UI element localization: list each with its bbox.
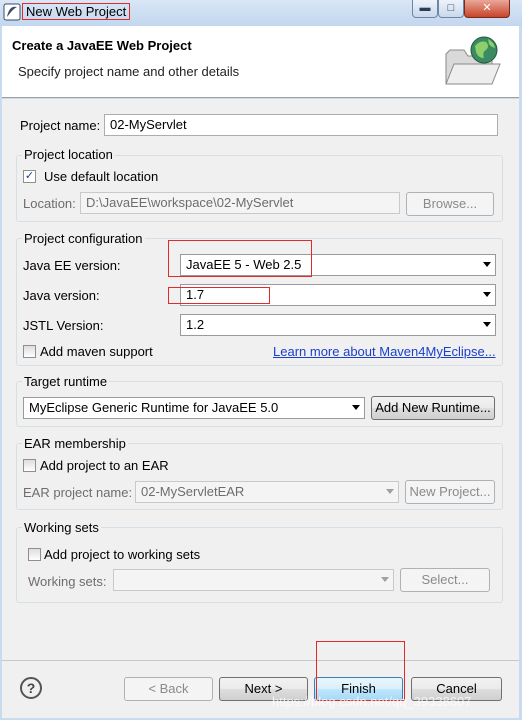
target-runtime-select[interactable]: MyEclipse Generic Runtime for JavaEE 5.0: [23, 397, 365, 419]
add-maven-label: Add maven support: [40, 344, 153, 359]
project-name-label: Project name:: [20, 118, 101, 133]
project-name-input[interactable]: 02-MyServlet: [104, 114, 498, 136]
jstl-version-value: 1.2: [186, 317, 205, 332]
window-title: New Web Project: [22, 3, 131, 20]
project-configuration-title: Project configuration: [22, 231, 145, 246]
add-to-ear-checkbox[interactable]: [23, 459, 36, 472]
target-runtime-title: Target runtime: [22, 374, 110, 389]
select-working-sets-button[interactable]: Select...: [400, 568, 490, 592]
annotation-highlight-java: [168, 287, 270, 304]
target-runtime-value: MyEclipse Generic Runtime for JavaEE 5.0: [29, 400, 279, 415]
folder-globe-icon: [442, 34, 502, 90]
close-button[interactable]: ✕: [464, 0, 510, 18]
browse-button[interactable]: Browse...: [406, 192, 494, 216]
ear-project-name-value: 02-MyServletEAR: [141, 484, 245, 499]
jstl-version-select[interactable]: 1.2: [180, 314, 496, 336]
dropdown-arrow-icon: [483, 292, 491, 297]
ear-membership-title: EAR membership: [22, 436, 128, 451]
new-ear-project-button[interactable]: New Project...: [405, 480, 495, 504]
annotation-highlight-javaee: [168, 240, 312, 277]
title-bar[interactable]: New Web Project ▬ □ ✕: [0, 0, 522, 26]
add-to-working-sets-checkbox[interactable]: [28, 548, 41, 561]
check-icon: ✓: [24, 170, 35, 182]
maven-learn-more-link[interactable]: Learn more about Maven4MyEclipse...: [273, 344, 496, 359]
dropdown-arrow-icon: [483, 322, 491, 327]
working-sets-select[interactable]: [113, 569, 394, 591]
wizard-header: Create a JavaEE Web Project Specify proj…: [2, 26, 519, 98]
dropdown-arrow-icon: [381, 577, 389, 582]
ear-project-name-select[interactable]: 02-MyServletEAR: [135, 481, 399, 503]
jstl-version-label: JSTL Version:: [23, 318, 104, 333]
myeclipse-app-icon: [3, 3, 21, 21]
working-sets-label: Working sets:: [28, 574, 107, 589]
minimize-button[interactable]: ▬: [412, 0, 438, 18]
footer-separator: [2, 660, 519, 661]
add-new-runtime-button[interactable]: Add New Runtime...: [371, 396, 495, 420]
help-icon[interactable]: ?: [20, 677, 42, 699]
maximize-button[interactable]: □: [438, 0, 464, 18]
working-sets-title: Working sets: [22, 520, 101, 535]
ear-project-name-label: EAR project name:: [23, 485, 133, 500]
javaee-version-label: Java EE version:: [23, 258, 121, 273]
project-location-title: Project location: [22, 147, 115, 162]
use-default-location-label: Use default location: [44, 169, 159, 184]
use-default-location-checkbox[interactable]: ✓: [23, 170, 36, 183]
dropdown-arrow-icon: [483, 262, 491, 267]
wizard-subtitle: Specify project name and other details: [18, 64, 240, 79]
add-to-working-sets-label: Add project to working sets: [44, 547, 201, 562]
maximize-icon: □: [447, 2, 455, 14]
location-input[interactable]: D:\JavaEE\workspace\02-MyServlet: [80, 192, 400, 214]
annotation-highlight-finish: [316, 641, 405, 701]
location-label: Location:: [23, 196, 76, 211]
dropdown-arrow-icon: [352, 405, 360, 410]
back-button[interactable]: < Back: [124, 677, 213, 701]
java-version-label: Java version:: [23, 288, 100, 303]
minimize-icon: ▬: [419, 2, 431, 14]
add-maven-checkbox[interactable]: [23, 345, 36, 358]
dropdown-arrow-icon: [386, 489, 394, 494]
watermark-text: https://blog.csdn.net/qq_39338607: [272, 694, 472, 709]
wizard-title: Create a JavaEE Web Project: [12, 38, 192, 53]
close-icon: ✕: [482, 2, 492, 14]
add-to-ear-label: Add project to an EAR: [40, 458, 169, 473]
